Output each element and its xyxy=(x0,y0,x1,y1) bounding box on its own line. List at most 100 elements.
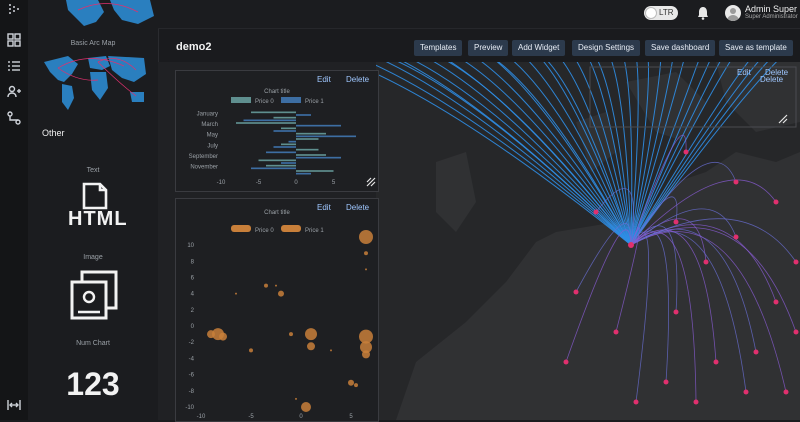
scatter-chart-widget[interactable]: Edit Delete Chart title Price 0 Price 1 10 8… xyxy=(175,198,379,422)
bar-mark xyxy=(251,167,296,170)
bar-mark xyxy=(281,162,296,164)
bar-category-tick: March xyxy=(201,122,218,128)
bar-mark xyxy=(296,138,319,140)
arc-point xyxy=(593,209,599,215)
bar-mark xyxy=(296,172,311,175)
save-template-button[interactable]: Save as template xyxy=(719,40,793,56)
map-edit-link[interactable]: Edit xyxy=(737,68,751,77)
bar-category-tick: November xyxy=(190,165,218,171)
bar-mark xyxy=(243,119,296,122)
user-role: Super Administrator xyxy=(745,14,798,20)
preview-button[interactable]: Preview xyxy=(468,40,509,56)
num-chart-widget-label: Num Chart xyxy=(76,340,110,347)
save-dashboard-button[interactable]: Save dashboard xyxy=(645,40,716,56)
bar-resize-icon[interactable] xyxy=(366,177,376,187)
add-widget-button[interactable]: Add Widget xyxy=(512,40,566,56)
avatar[interactable] xyxy=(725,5,741,21)
scatter-point xyxy=(219,332,227,341)
arc-map-label: Basic Arc Map xyxy=(70,40,116,47)
arc-point xyxy=(683,149,689,155)
text-widget-label: Text xyxy=(86,167,100,174)
flow-icon[interactable] xyxy=(6,110,22,126)
bar-mark xyxy=(266,164,296,167)
bar-x-tick: 0 xyxy=(294,180,298,186)
image-widget-icon[interactable] xyxy=(68,270,120,322)
other-section-label: Other xyxy=(42,128,65,138)
arc-point xyxy=(563,359,569,365)
scatter-y-tick: 2 xyxy=(191,308,195,314)
bar-mark xyxy=(296,135,356,138)
bar-chart-title: Chart title xyxy=(264,89,290,95)
bar-mark xyxy=(296,154,326,156)
scatter-y-tick: 0 xyxy=(191,324,195,330)
scatter-x-tick: -10 xyxy=(197,414,206,420)
num-chart-widget[interactable]: 123 xyxy=(28,366,158,403)
direction-toggle[interactable]: LTR xyxy=(644,6,678,20)
scatter-point xyxy=(249,348,253,353)
bar-x-tick: -10 xyxy=(217,180,226,186)
bar-x-tick: 5 xyxy=(332,180,336,186)
bar-mark xyxy=(258,159,296,162)
arc-point xyxy=(743,389,749,395)
scatter-point xyxy=(305,328,317,341)
scatter-chart: Chart title Price 0 Price 1 10 8 6 4 2 0 -2 -4 -6 -8… xyxy=(185,210,373,420)
arc-point xyxy=(673,219,679,225)
avatar-body xyxy=(727,15,739,21)
scatter-point xyxy=(359,230,373,244)
arc-point xyxy=(573,289,579,295)
scatter-y-tick: -10 xyxy=(185,405,194,411)
collapse-icon[interactable] xyxy=(6,397,22,413)
templates-button[interactable]: Templates xyxy=(414,40,463,56)
bar-chart-widget[interactable]: Edit Delete Chart title Price 0 Price 1 Jan… xyxy=(175,70,379,192)
arc-point xyxy=(783,389,789,395)
arc-point xyxy=(633,399,639,405)
html-widget-label: HTML xyxy=(68,208,128,230)
html-widget[interactable]: HTML xyxy=(68,182,128,236)
scatter-point xyxy=(364,251,368,256)
world-map-thumbnail-top[interactable] xyxy=(58,0,158,30)
scatter-y-tick: 10 xyxy=(187,243,194,249)
image-widget-label: Image xyxy=(83,254,103,261)
arc-point xyxy=(733,234,739,240)
widget-palette: Basic Arc Map Other Text HTML Image Num … xyxy=(28,0,159,420)
scatter-y-tick: 6 xyxy=(191,275,195,281)
dashboard-icon[interactable] xyxy=(6,32,22,48)
scatter-point xyxy=(365,268,367,271)
bar-legend-swatch xyxy=(231,97,251,103)
bar-mark xyxy=(281,143,296,146)
bell-icon[interactable] xyxy=(697,6,709,20)
scatter-point xyxy=(275,284,277,287)
arc-point xyxy=(663,379,669,385)
bar-mark xyxy=(296,170,334,172)
icon-rail xyxy=(0,0,29,420)
scatter-y-tick: 8 xyxy=(191,259,195,265)
dots-logo-icon[interactable] xyxy=(6,2,22,18)
arc-point xyxy=(693,399,699,405)
arc-point xyxy=(793,259,799,265)
arc-map-thumbnail[interactable] xyxy=(38,52,150,114)
bar-mark xyxy=(266,151,296,154)
toggle-knob xyxy=(646,8,656,18)
scatter-x-tick: 0 xyxy=(299,414,303,420)
bar-category-tick: May xyxy=(207,133,218,139)
scatter-point xyxy=(330,349,332,352)
list-icon[interactable] xyxy=(6,58,22,74)
map-delete-link-2[interactable]: Delete xyxy=(760,75,783,84)
bar-mark xyxy=(281,127,296,130)
arc-origin xyxy=(628,242,634,248)
file-icon xyxy=(82,182,108,210)
scatter-y-tick: 4 xyxy=(191,292,195,298)
scatter-point xyxy=(354,383,358,388)
design-settings-button[interactable]: Design Settings xyxy=(572,40,641,56)
scatter-point xyxy=(278,290,284,297)
bar-mark xyxy=(288,140,296,143)
arc-point xyxy=(613,329,619,335)
resize-handle-icon[interactable] xyxy=(778,114,788,124)
scatter-point xyxy=(301,402,311,412)
users-icon[interactable] xyxy=(6,84,22,100)
scatter-legend-label: Price 1 xyxy=(305,228,324,234)
scatter-point xyxy=(295,397,297,400)
scatter-y-tick: -6 xyxy=(189,373,195,379)
scatter-y-tick: -4 xyxy=(189,356,195,362)
arc-map-widget[interactable] xyxy=(376,62,800,420)
